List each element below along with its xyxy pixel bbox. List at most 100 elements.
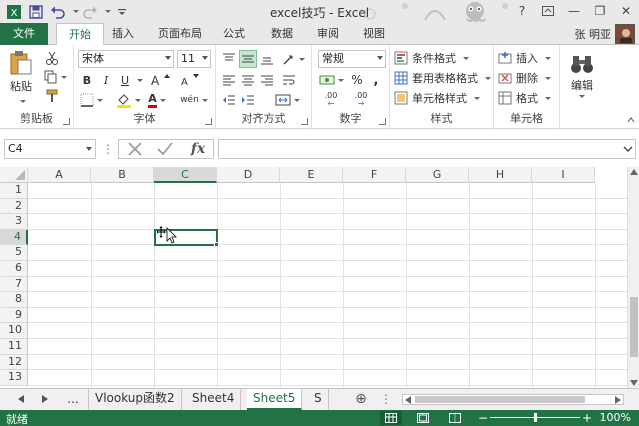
help-button[interactable]: ? <box>509 0 535 22</box>
italic-button[interactable]: I <box>97 71 115 89</box>
tab-formulas[interactable]: 公式 <box>214 23 254 45</box>
user-name[interactable]: 张 明亚 <box>575 26 612 42</box>
zoom-slider-thumb[interactable] <box>534 413 537 422</box>
font-name-combo[interactable]: 宋体 <box>78 50 174 68</box>
sheet-tabs-ellipsis[interactable]: ... <box>62 391 84 407</box>
wrap-text-button[interactable] <box>280 71 298 89</box>
orientation-button[interactable] <box>280 50 306 68</box>
row-header-11[interactable]: 11 <box>0 339 28 355</box>
font-size-combo[interactable]: 11 <box>177 50 211 68</box>
format-painter-button[interactable] <box>42 87 62 105</box>
number-launcher-icon[interactable] <box>379 118 386 125</box>
font-color-button[interactable]: A <box>144 91 170 109</box>
decrease-indent-button[interactable] <box>220 91 238 109</box>
sheet-tab-sheet5[interactable]: Sheet5 <box>247 389 303 410</box>
align-left-button[interactable] <box>220 71 238 89</box>
clipboard-launcher-icon[interactable] <box>63 118 70 125</box>
normal-view-button[interactable] <box>380 411 402 425</box>
tab-review[interactable]: 审阅 <box>308 23 348 45</box>
align-middle-button[interactable] <box>239 50 257 68</box>
align-center-button[interactable] <box>239 71 257 89</box>
merge-center-button[interactable] <box>272 91 302 109</box>
phonetic-guide-button[interactable]: wén <box>178 91 210 109</box>
ribbon-display-options-button[interactable] <box>535 0 561 22</box>
align-bottom-button[interactable] <box>258 50 276 68</box>
column-header-E[interactable]: E <box>280 167 343 183</box>
bold-button[interactable]: B <box>78 71 96 89</box>
conditional-formatting-button[interactable]: 条件格式 <box>394 49 469 67</box>
column-header-A[interactable]: A <box>28 167 91 183</box>
tab-insert[interactable]: 插入 <box>104 23 142 45</box>
tab-page-layout[interactable]: 页面布局 <box>148 23 212 45</box>
confirm-entry-button[interactable] <box>153 140 177 158</box>
avatar[interactable] <box>615 24 635 44</box>
font-launcher-icon[interactable] <box>205 118 212 125</box>
row-header-7[interactable]: 7 <box>0 276 28 293</box>
expand-formula-bar-icon[interactable] <box>622 143 634 155</box>
zoom-in-button[interactable]: + <box>582 411 592 425</box>
horizontal-scroll-thumb[interactable] <box>415 396 585 403</box>
row-header-13[interactable]: 13 <box>0 370 28 386</box>
copy-button[interactable] <box>42 68 68 86</box>
formula-bar-splitter-icon[interactable]: ⋮ <box>102 142 114 156</box>
fill-color-button[interactable] <box>114 91 142 109</box>
row-header-9[interactable]: 9 <box>0 307 28 324</box>
tab-file[interactable]: 文件 <box>0 23 48 45</box>
sheet-tab-vlookup2[interactable]: Vlookup函数2 <box>88 389 182 410</box>
align-top-button[interactable] <box>220 50 238 68</box>
sheet-prev-icon[interactable] <box>14 392 28 406</box>
number-format-combo[interactable]: 常规 <box>318 50 386 68</box>
worksheet-grid[interactable]: ABCDEFGHI 1 2 3 4 5 6 7 8 9 10 11 12 13 <box>0 167 627 388</box>
row-header-4[interactable]: 4 <box>0 229 28 246</box>
percent-style-button[interactable]: % <box>348 71 366 89</box>
insert-function-button[interactable]: fx <box>185 140 211 158</box>
horizontal-scrollbar[interactable] <box>402 394 624 405</box>
increase-indent-button[interactable] <box>239 91 257 109</box>
increase-decimal-button[interactable]: .00 ← <box>318 91 344 109</box>
tab-home[interactable]: 开始 <box>56 23 104 46</box>
row-header-5[interactable]: 5 <box>0 245 28 261</box>
column-header-G[interactable]: G <box>406 167 469 183</box>
tab-data[interactable]: 数据 <box>262 23 302 45</box>
select-all-corner[interactable] <box>0 167 28 183</box>
column-header-F[interactable]: F <box>343 167 406 183</box>
editing-button[interactable]: 编辑 <box>564 49 600 101</box>
name-box[interactable]: C4 <box>4 139 96 159</box>
sheet-tab-sheet4[interactable]: Sheet4 <box>186 389 242 410</box>
column-header-B[interactable]: B <box>91 167 154 183</box>
format-as-table-button[interactable]: 套用表格格式 <box>394 69 491 87</box>
scroll-up-icon[interactable] <box>630 169 638 175</box>
hscroll-splitter[interactable]: ⋮ <box>380 391 392 407</box>
cell-styles-button[interactable]: 单元格样式 <box>394 89 480 107</box>
close-button[interactable]: ✕ <box>613 0 639 22</box>
sheet-tab-s[interactable]: S <box>308 389 329 410</box>
row-header-6[interactable]: 6 <box>0 261 28 277</box>
format-cells-button[interactable]: 格式 <box>498 89 551 107</box>
collapse-ribbon-icon[interactable] <box>626 115 636 125</box>
increase-font-size-button[interactable]: A <box>148 71 174 89</box>
row-header-1[interactable]: 1 <box>0 183 28 199</box>
column-header-C[interactable]: C <box>154 167 217 183</box>
decrease-font-size-button[interactable]: A <box>178 71 204 89</box>
vertical-scroll-thumb[interactable] <box>630 297 638 357</box>
scroll-left-icon[interactable] <box>405 396 411 404</box>
zoom-slider[interactable] <box>490 413 580 422</box>
insert-cells-button[interactable]: 插入 <box>498 49 551 67</box>
accounting-format-button[interactable] <box>316 71 346 89</box>
row-header-10[interactable]: 10 <box>0 323 28 339</box>
page-layout-view-button[interactable] <box>412 411 434 425</box>
row-header-8[interactable]: 8 <box>0 292 28 308</box>
scroll-down-icon[interactable] <box>630 380 638 386</box>
column-header-H[interactable]: H <box>469 167 532 183</box>
alignment-launcher-icon[interactable] <box>301 118 308 125</box>
comma-style-button[interactable]: , <box>368 71 384 89</box>
minimize-button[interactable]: — <box>561 0 587 22</box>
paste-button[interactable]: 粘贴 <box>4 49 38 95</box>
column-header-I[interactable]: I <box>532 167 595 183</box>
decrease-decimal-button[interactable]: .00 → <box>348 91 374 109</box>
underline-button[interactable]: U <box>116 71 134 89</box>
borders-button[interactable] <box>78 91 104 109</box>
paste-dropdown[interactable] <box>16 97 26 105</box>
zoom-out-button[interactable]: − <box>478 411 488 425</box>
fill-handle[interactable] <box>214 242 219 247</box>
